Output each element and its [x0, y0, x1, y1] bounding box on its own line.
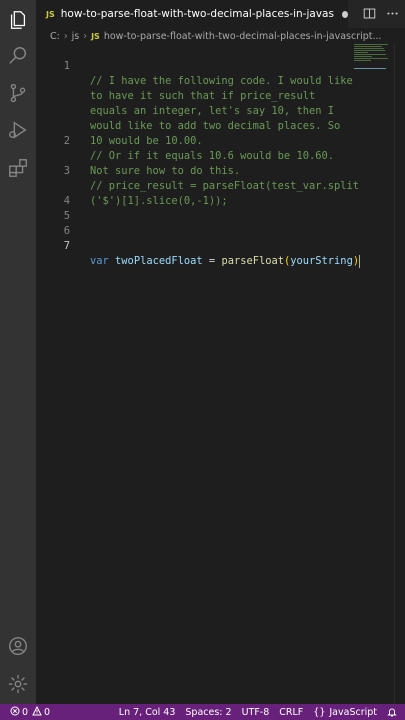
more-actions-icon[interactable]	[386, 5, 399, 24]
braces-icon: {}	[313, 706, 326, 718]
code-line-active: 7 var twoPlacedFloat = parseFloat(yourSt…	[36, 224, 361, 268]
code-line: would like to add two decimal places. So	[36, 89, 351, 132]
end-of-line[interactable]: CRLF	[279, 707, 303, 718]
split-editor-icon[interactable]	[363, 5, 376, 24]
tab-bar: JS how-to-parse-float-with-two-decimal-p…	[36, 0, 405, 28]
operator: =	[208, 255, 216, 267]
minimap[interactable]	[354, 44, 392, 74]
code-line: 10 would be 10.00.	[36, 104, 351, 147]
code-editor[interactable]: 1 // I have the following code. I would …	[36, 44, 361, 704]
editor-tab[interactable]: JS how-to-parse-float-with-two-decimal-p…	[36, 0, 348, 28]
code-text: var twoPlacedFloat = parseFloat(yourStri…	[90, 254, 361, 269]
function-name: parseFloat	[221, 255, 284, 267]
bell-icon[interactable]	[387, 707, 399, 717]
run-debug-icon[interactable]	[6, 118, 30, 142]
keyword-var: var	[90, 255, 109, 267]
tab-label: how-to-parse-float-with-two-decimal-plac…	[60, 8, 334, 20]
code-line: 1 // I have the following code. I would …	[36, 44, 353, 87]
code-line: 6	[36, 209, 351, 237]
warning-icon	[32, 705, 44, 719]
error-count: 0	[22, 706, 29, 718]
search-icon[interactable]	[6, 44, 30, 68]
indentation[interactable]: Spaces: 2	[185, 707, 231, 718]
problems-indicator[interactable]: 0 0	[10, 705, 51, 719]
breadcrumb-folder[interactable]: js	[72, 31, 80, 42]
code-line: Not sure how to do this.	[36, 134, 351, 177]
unsaved-dot-icon[interactable]	[341, 10, 348, 18]
error-icon	[10, 706, 22, 719]
language-mode[interactable]: {} JavaScript	[313, 707, 377, 718]
chevron-right-icon: ›	[83, 30, 88, 42]
source-control-icon[interactable]	[6, 81, 30, 105]
code-line: ('$')[1].slice(0,-1));	[36, 164, 351, 207]
language-label: JavaScript	[329, 706, 377, 718]
breadcrumb-file[interactable]: how-to-parse-float-with-two-decimal-plac…	[104, 31, 382, 42]
activity-bar	[0, 0, 36, 704]
vertical-scrollbar[interactable]	[394, 44, 405, 704]
argument-name: yourString	[290, 255, 353, 267]
js-file-icon: JS	[91, 31, 100, 41]
explorer-icon[interactable]	[6, 8, 30, 32]
line-number: 7	[63, 240, 70, 252]
extensions-icon[interactable]	[6, 156, 30, 180]
code-line: 3 // price_result = parseFloat(test_var.…	[36, 149, 359, 192]
code-line: equals an integer, let's say 10, then I	[36, 74, 351, 117]
code-line: 5	[36, 194, 351, 222]
account-icon[interactable]	[6, 634, 30, 658]
code-line: to have it such that if price_result	[36, 59, 351, 102]
code-line: 4	[36, 179, 351, 207]
code-line: 2 // Or if it equals 10.6 would be 10.60…	[36, 119, 351, 162]
manage-gear-icon[interactable]	[6, 672, 30, 696]
breadcrumb-root[interactable]: C:	[50, 31, 60, 42]
tab-actions	[363, 0, 399, 28]
text-cursor	[359, 254, 361, 268]
chevron-right-icon: ›	[63, 30, 68, 42]
variable-name: twoPlacedFloat	[115, 255, 203, 267]
status-bar: 0 0 Ln 7, Col 43 Spaces: 2 UTF-8 CRLF {}…	[0, 704, 405, 720]
warning-count: 0	[44, 706, 51, 718]
js-file-icon: JS	[46, 9, 55, 19]
cursor-position[interactable]: Ln 7, Col 43	[119, 707, 176, 718]
breadcrumb: C: › js › JS how-to-parse-float-with-two…	[36, 28, 405, 44]
encoding[interactable]: UTF-8	[242, 707, 270, 718]
